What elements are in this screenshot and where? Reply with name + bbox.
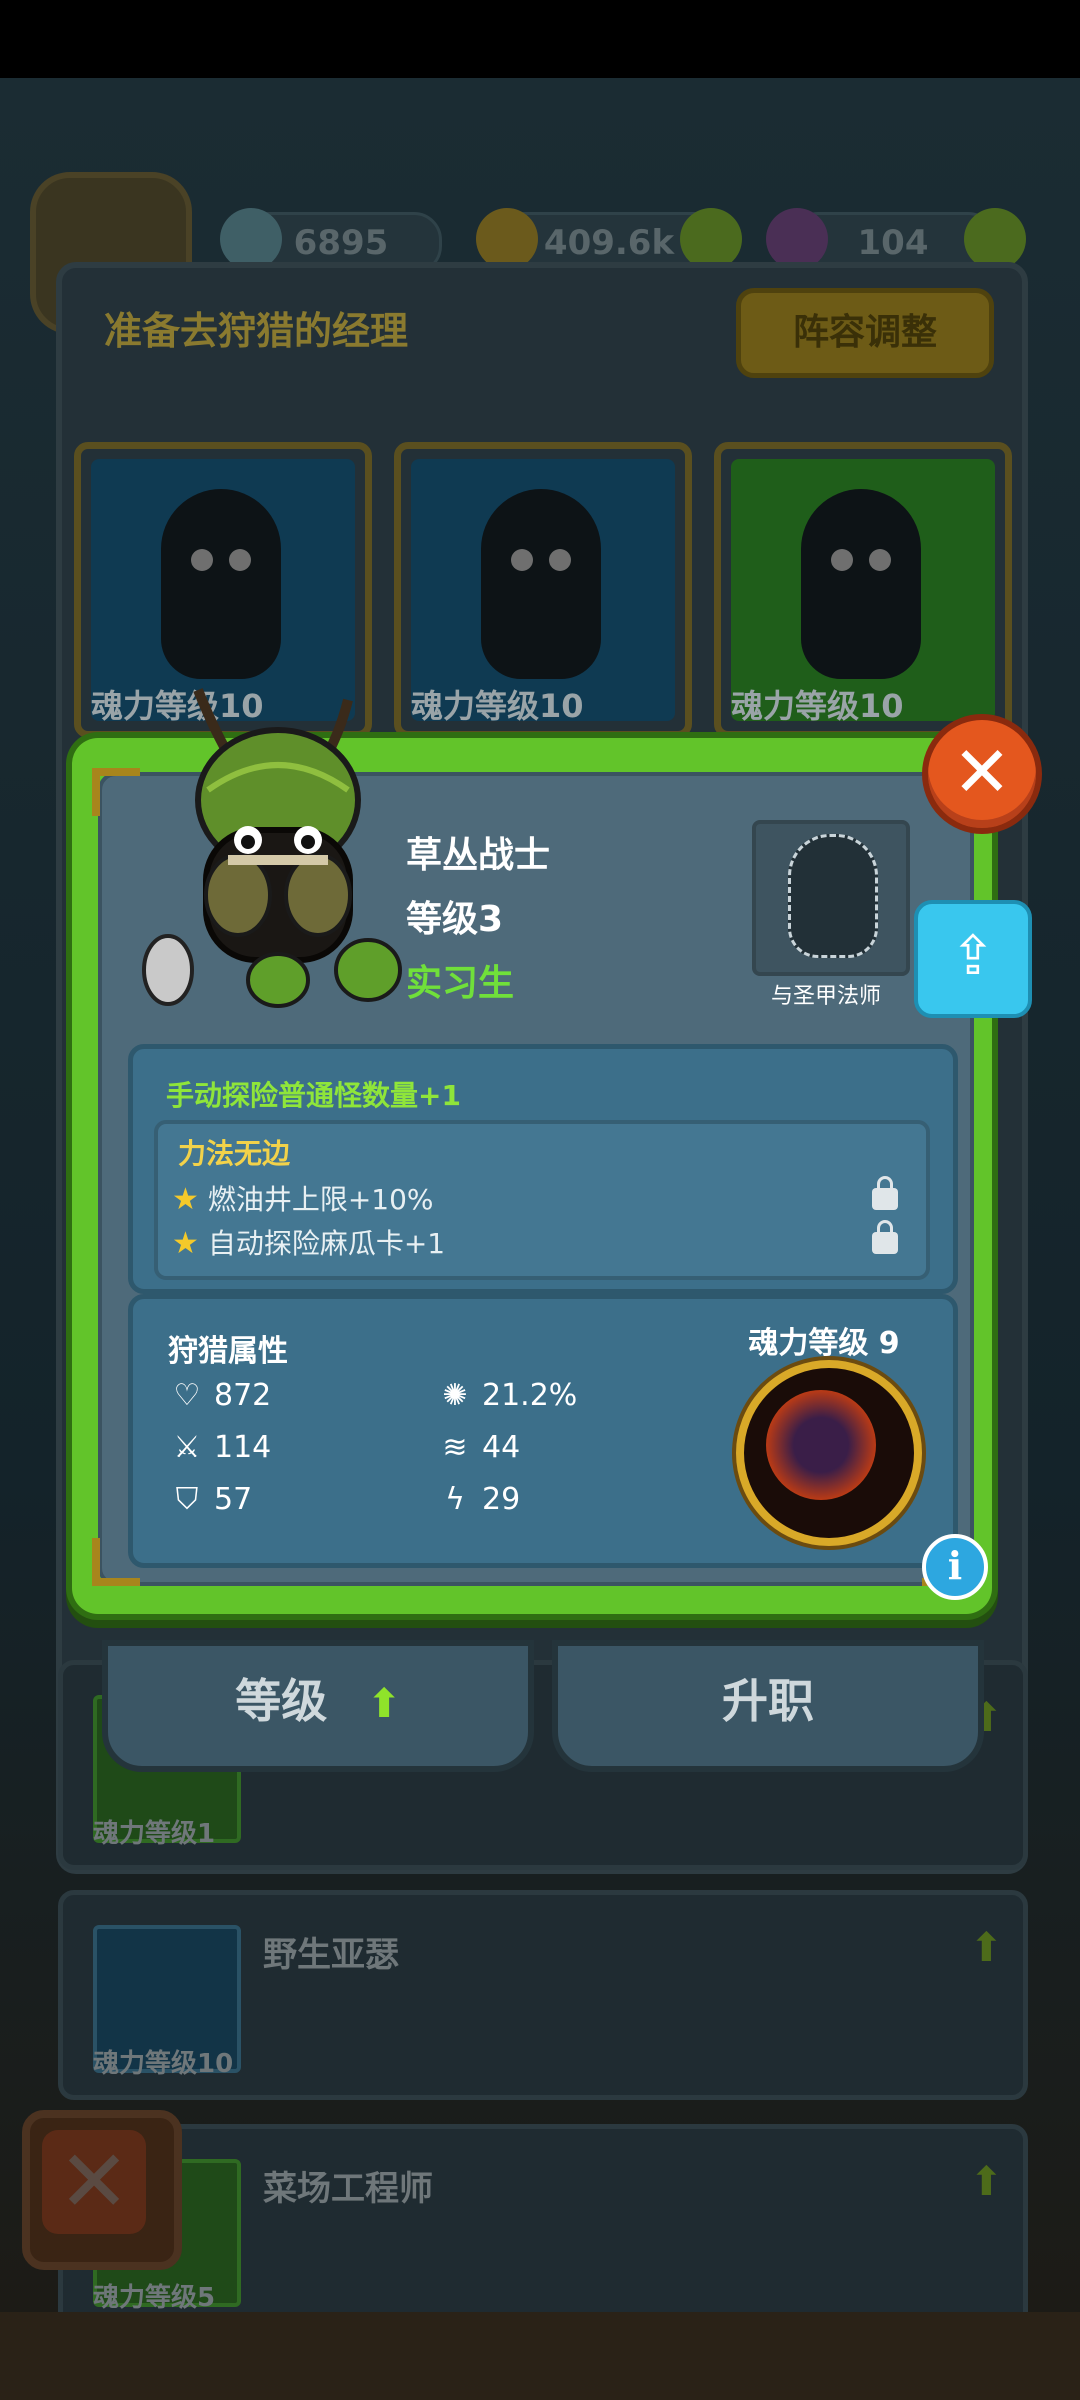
status-bar [0,0,1080,78]
promote-button[interactable]: 升职 [552,1640,984,1772]
skill-line: ★ 自动探险麻瓜卡+1 [172,1226,446,1261]
gem-icon [220,208,282,270]
list-item[interactable]: 野生亚瑟 魂力等级10 ⬆ [58,1890,1028,2100]
floor [0,2312,1080,2400]
bottom-close-button[interactable]: ✕ [22,2110,182,2270]
soul-badge[interactable] [736,1360,922,1546]
heart-icon: ♡ [173,1378,201,1413]
attr-attack: ⚔ 114 [168,1430,272,1465]
character-level: 等级3 [406,899,504,940]
shield-icon: ⛉ [175,1482,199,1517]
energy-icon: ϟ [445,1482,465,1517]
silhouette-icon [788,834,878,958]
attr-crit: ✺ 21.2% [436,1378,577,1413]
info-button[interactable]: i [922,1534,988,1600]
coin-icon [476,208,538,270]
upgrade-arrow-icon: ⬆ [969,1925,1003,1971]
character-portrait [142,688,402,1008]
close-button[interactable]: ✕ [922,714,1042,834]
close-icon: ✕ [42,2130,146,2234]
attr-energy: ϟ 29 [436,1482,520,1517]
attr-hp: ♡ 872 [168,1378,272,1413]
bonus-text: 手动探险普通怪数量+1 [166,1079,461,1112]
add-coin-icon[interactable] [680,208,742,270]
lineup-button[interactable]: 阵容调整 [736,288,994,378]
skill-title: 力法无边 [178,1137,291,1170]
share-icon: ⇪ [950,924,996,987]
lock-icon [872,1176,898,1210]
speed-icon: ≋ [442,1430,468,1465]
level-button[interactable]: 等级 ⬆ [102,1640,534,1772]
skill-line: ★ 燃油井上限+10% [172,1182,434,1217]
slot-caption: 魂力等级10 [731,687,904,725]
partner-slot[interactable] [752,820,910,976]
sword-icon: ⚔ [173,1430,201,1465]
soul-icon [766,1390,876,1500]
partner-label: 与圣甲法师 [770,984,881,1009]
slot-caption: 魂力等级10 [411,687,584,725]
lock-icon [872,1220,898,1254]
attributes-title: 狩猎属性 [168,1334,288,1369]
soul-level-label: 魂力等级 9 [748,1326,900,1361]
potion-icon [766,208,828,270]
attr-defense: ⛉ 57 [168,1482,252,1517]
upgrade-arrow-icon: ⬆ [367,1681,401,1727]
add-potion-icon[interactable] [964,208,1026,270]
panel-title: 准备去狩猎的经理 [104,309,409,353]
star-icon: ★ [172,1226,199,1261]
list-item[interactable]: 菜场工程师 魂力等级5 ⬆ [58,2124,1028,2334]
star-icon: ★ [172,1182,199,1217]
info-icon: i [947,1543,963,1588]
upgrade-arrow-icon: ⬆ [969,2159,1003,2205]
character-rank: 实习生 [406,963,515,1004]
team-slot-2[interactable]: 魂力等级10 [394,442,692,738]
team-slot-3[interactable]: 魂力等级10 [714,442,1012,738]
crit-icon: ✺ [442,1378,468,1413]
close-icon: ✕ [952,731,1012,813]
attr-speed: ≋ 44 [436,1430,520,1465]
share-button[interactable]: ⇪ [914,900,1032,1018]
character-name: 草丛战士 [406,835,551,876]
